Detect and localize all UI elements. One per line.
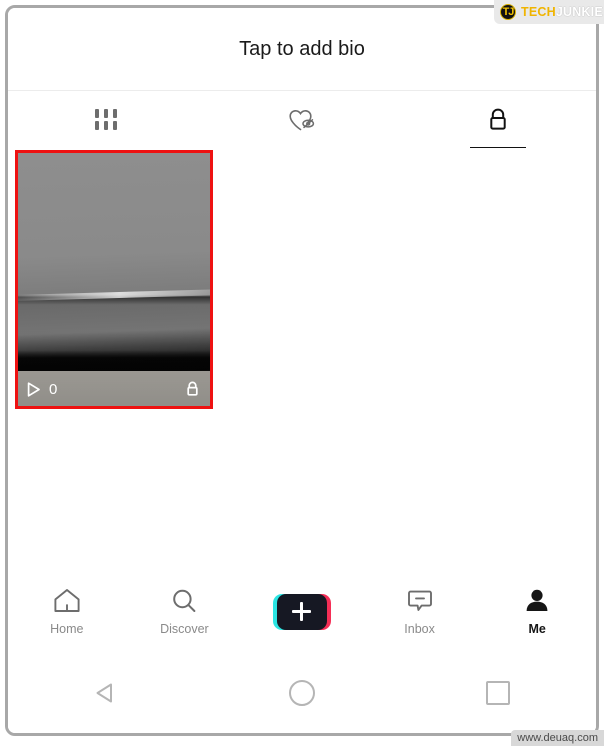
heart-hidden-icon xyxy=(289,109,315,130)
site-watermark: www.deuaq.com xyxy=(511,730,604,746)
nav-label-me: Me xyxy=(528,622,546,636)
create-video-button[interactable] xyxy=(272,593,331,630)
video-privacy-lock-icon xyxy=(187,381,198,396)
nav-label-discover: Discover xyxy=(160,622,209,636)
home-circle-icon xyxy=(289,680,315,706)
tab-posts-grid[interactable] xyxy=(8,91,204,148)
lock-icon xyxy=(490,108,506,130)
sys-nav-recents[interactable] xyxy=(400,681,596,705)
video-thumbnail[interactable]: 0 xyxy=(15,150,213,409)
message-bubble-icon xyxy=(407,590,432,611)
tab-liked[interactable] xyxy=(204,91,400,148)
screenshot-frame: Tap to add bio 0 Home Discover Inbox Me … xyxy=(0,0,604,746)
home-icon xyxy=(54,589,80,612)
play-count-group: 0 xyxy=(25,381,57,398)
app-bottom-navigation: Home Discover Inbox Me xyxy=(8,570,596,653)
back-triangle-icon xyxy=(96,683,112,703)
recents-square-icon xyxy=(486,681,510,705)
phone-screen: Tap to add bio 0 Home Discover Inbox Me xyxy=(5,5,599,736)
grid-bars-icon xyxy=(93,108,119,132)
tab-private[interactable] xyxy=(400,91,596,151)
private-videos-grid: 0 xyxy=(8,148,596,591)
nav-label-home: Home xyxy=(50,622,84,636)
nav-item-home[interactable]: Home xyxy=(8,587,126,636)
nav-item-me[interactable]: Me xyxy=(478,587,596,636)
person-icon xyxy=(526,589,548,611)
thumbnail-meta-bar: 0 xyxy=(18,372,210,406)
nav-item-inbox[interactable]: Inbox xyxy=(361,587,479,636)
play-triangle-icon xyxy=(27,381,40,397)
nav-item-discover[interactable]: Discover xyxy=(126,587,244,636)
brand-name-part2: JUNKIE xyxy=(555,5,603,19)
thumbnail-overlay-shade xyxy=(18,153,210,406)
sys-nav-back[interactable] xyxy=(8,678,204,708)
brand-name-part1: TECH xyxy=(521,5,556,19)
play-count-value: 0 xyxy=(49,380,58,398)
search-icon xyxy=(173,589,196,612)
nav-label-inbox: Inbox xyxy=(404,622,435,636)
plus-icon xyxy=(276,593,327,630)
tech-junkie-circle-icon: TJ xyxy=(500,4,516,20)
nav-item-create[interactable] xyxy=(243,593,361,630)
android-system-navigation xyxy=(8,653,596,733)
bio-prompt-text[interactable]: Tap to add bio xyxy=(239,38,365,61)
sys-nav-home[interactable] xyxy=(204,680,400,706)
techjunkie-watermark: TJ TECH JUNKIE xyxy=(494,0,604,24)
profile-tab-bar xyxy=(8,91,596,151)
